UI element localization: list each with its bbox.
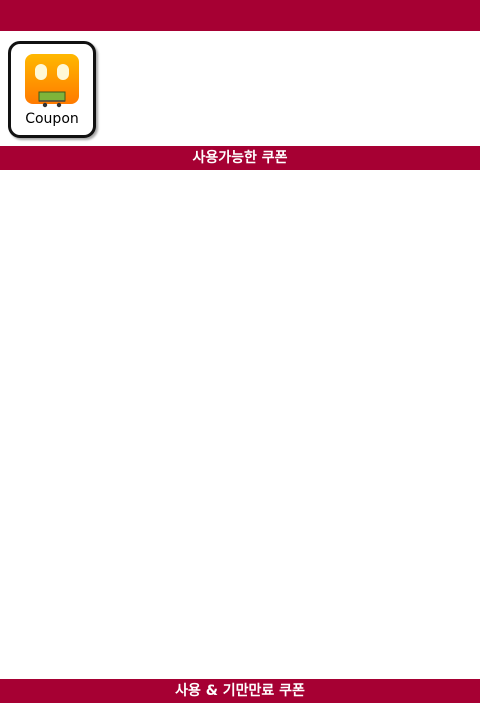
coupon-app-icon[interactable]: Coupon <box>8 41 96 138</box>
top-header-bar <box>0 0 480 31</box>
expired-coupons-header[interactable]: 사용 & 기만만료 쿠폰 <box>0 679 480 703</box>
coupon-list-area <box>0 170 480 679</box>
coupon-cart-icon <box>25 54 79 108</box>
icon-eye-right <box>57 64 69 80</box>
available-coupons-header: 사용가능한 쿠폰 <box>0 146 480 170</box>
icon-eye-left <box>35 64 47 80</box>
coupon-icon-label: Coupon <box>25 111 79 127</box>
logo-area: Coupon <box>0 31 480 146</box>
cart-icon <box>38 91 66 108</box>
